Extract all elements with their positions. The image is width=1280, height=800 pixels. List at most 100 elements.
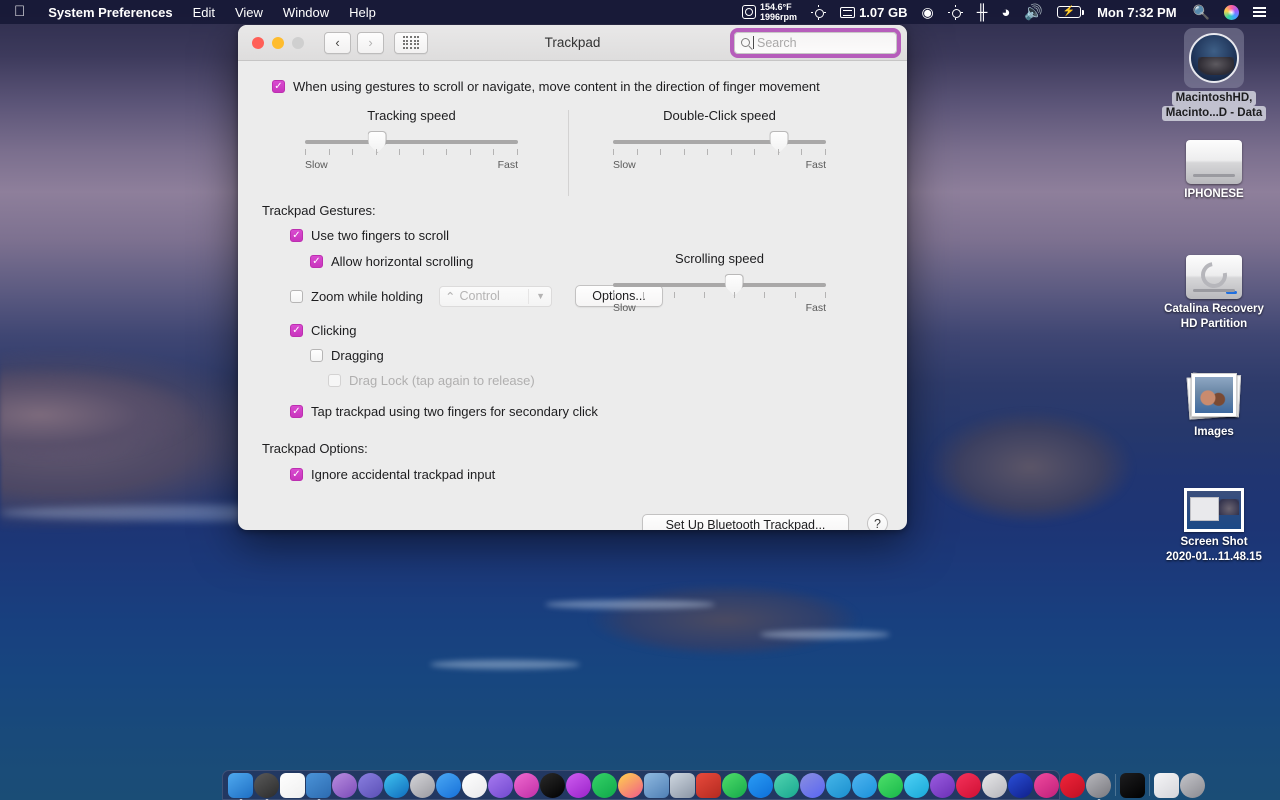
clicking-checkbox[interactable]: ✓ (290, 324, 303, 337)
double-click-speed-min-label: Slow (613, 159, 636, 171)
modifier-key-popup[interactable]: ⌃ Control ▼ (439, 285, 553, 307)
dock-item-record-red[interactable] (1060, 772, 1085, 798)
dock-item-messenger[interactable] (748, 772, 773, 798)
desktop-icon-iphonese[interactable]: IPHONESE (1152, 140, 1276, 202)
show-all-grid-button[interactable] (394, 31, 428, 54)
dock-item-safari[interactable] (332, 772, 357, 798)
dock-item-keynote-red[interactable] (696, 772, 721, 798)
scrolling-speed-slider[interactable]: Scrolling speed Slow Fast (613, 251, 826, 314)
dock-item-document[interactable] (1154, 772, 1179, 798)
volume-icon[interactable]: 🔊 (1017, 3, 1050, 21)
dock-item-podcasts[interactable] (566, 772, 591, 798)
tracking-speed-slider[interactable]: Tracking speed Slow Fast (305, 108, 518, 171)
apple-logo-icon[interactable]:  (0, 4, 38, 19)
dock-item-finder[interactable] (228, 772, 253, 800)
wifi-icon[interactable]: ◕ (994, 4, 1017, 21)
dock-item-trash[interactable] (1180, 772, 1205, 798)
desktop-icon-macintosh-hd[interactable]: MacintoshHD, Macinto...D - Data (1152, 28, 1276, 121)
dock-item-launchpad-rocket[interactable] (358, 772, 383, 798)
secondary-click-label: Tap trackpad using two fingers for secon… (311, 404, 598, 419)
status-brightness[interactable] (804, 5, 833, 20)
dock-item-image-capture[interactable] (670, 772, 695, 798)
help-button[interactable]: ? (867, 513, 888, 530)
natural-scroll-checkbox[interactable]: ✓ (272, 80, 285, 93)
dock-item-itunes[interactable] (514, 772, 539, 798)
natural-scroll-row[interactable]: ✓ When using gestures to scroll or navig… (238, 79, 907, 94)
ignore-accidental-input-checkbox[interactable]: ✓ (290, 468, 303, 481)
dock-item-facetime[interactable] (878, 772, 903, 798)
dock-item-music-white[interactable] (462, 772, 487, 798)
dock-item-youtube[interactable] (956, 772, 981, 798)
dock-item-calendar[interactable] (280, 772, 305, 798)
dock-item-photos[interactable] (618, 772, 643, 798)
memory-value: 1.07 GB (859, 4, 908, 20)
dock-item-twitter[interactable] (852, 772, 877, 798)
dragging-row[interactable]: Dragging (238, 348, 907, 363)
chevron-down-icon: ▼ (536, 291, 546, 301)
dock-item-messages[interactable] (904, 772, 929, 798)
status-temperature-fan[interactable]: 154.6°F 1996rpm (735, 2, 804, 22)
dock-item-weather[interactable] (306, 772, 331, 800)
dock-item-media-player[interactable] (1008, 772, 1033, 798)
ignore-accidental-input-row[interactable]: ✓ Ignore accidental trackpad input (238, 467, 907, 482)
double-click-speed-slider[interactable]: Double-Click speed Slow Fast (613, 108, 826, 171)
two-fingers-scroll-row[interactable]: ✓ Use two fingers to scroll (238, 228, 907, 243)
desktop-icon-images[interactable]: Images (1152, 370, 1276, 440)
desktop-icon-screen-shot[interactable]: Screen Shot 2020-01...11.48.15 (1152, 488, 1276, 565)
siri-icon[interactable] (1217, 4, 1246, 20)
menu-item-window[interactable]: Window (273, 5, 339, 20)
dock-item-whatsapp[interactable] (722, 772, 747, 798)
tracking-speed-track[interactable]: Slow Fast (305, 131, 518, 171)
search-placeholder: Search (757, 35, 797, 50)
dock-item-system-preferences[interactable] (1086, 772, 1111, 800)
two-fingers-scroll-checkbox[interactable]: ✓ (290, 229, 303, 242)
horizontal-scrolling-checkbox[interactable]: ✓ (310, 255, 323, 268)
back-button[interactable]: ‹ (324, 31, 351, 54)
brightness-icon (948, 5, 963, 20)
menu-item-edit[interactable]: Edit (183, 5, 225, 20)
menu-item-view[interactable]: View (225, 5, 273, 20)
double-click-speed-track[interactable]: Slow Fast (613, 131, 826, 171)
zoom-button (292, 36, 304, 49)
photo-stack-icon (1186, 370, 1242, 422)
dock-item-telegram[interactable] (826, 772, 851, 798)
dragging-checkbox[interactable] (310, 349, 323, 362)
window-titlebar[interactable]: ‹ › Trackpad Search (238, 25, 907, 61)
bluetooth-icon[interactable]: ╫ (970, 4, 995, 21)
status-memory[interactable]: 1.07 GB (833, 5, 914, 20)
dock-item-discord[interactable] (800, 772, 825, 798)
search-field-wrapper[interactable]: Search (730, 27, 901, 58)
desktop-icon-catalina-recovery[interactable]: Catalina Recovery HD Partition (1152, 255, 1276, 332)
secondary-click-checkbox[interactable]: ✓ (290, 405, 303, 418)
status-display-brightness[interactable] (941, 5, 970, 20)
menu-item-help[interactable]: Help (339, 5, 386, 20)
close-button[interactable] (252, 36, 264, 49)
scrolling-speed-track[interactable]: Slow Fast (613, 274, 826, 314)
dock-item-terminal[interactable] (1120, 772, 1145, 798)
dock-item-edge[interactable] (384, 772, 409, 798)
setup-bluetooth-trackpad-button[interactable]: Set Up Bluetooth Trackpad... (642, 514, 849, 530)
secondary-click-row[interactable]: ✓ Tap trackpad using two fingers for sec… (238, 404, 907, 419)
control-center-icon[interactable] (1246, 7, 1273, 17)
dock-item-skype-purple[interactable] (930, 772, 955, 798)
dock-item-pink-app[interactable] (1034, 772, 1059, 798)
dock-item-preview[interactable] (644, 772, 669, 798)
menubar-clock[interactable]: Mon 7:32 PM (1088, 5, 1185, 20)
search-input[interactable]: Search (734, 31, 897, 54)
dock-item-apple-tv[interactable] (540, 772, 565, 798)
menu-app-name[interactable]: System Preferences (38, 5, 182, 20)
dock-item-rocket[interactable] (410, 772, 435, 798)
dock-item-dashboard[interactable] (254, 772, 279, 800)
dock-item-instagram[interactable] (774, 772, 799, 798)
battery-charging-icon[interactable]: ⚡ (1050, 6, 1088, 18)
eye-monitor-icon[interactable]: ◉ (914, 4, 940, 21)
minimize-button[interactable] (272, 36, 284, 49)
spotlight-search-icon[interactable]: 🔍 (1186, 4, 1217, 21)
clicking-row[interactable]: ✓ Clicking (238, 323, 907, 338)
dock-item-music-purple[interactable] (488, 772, 513, 798)
dock-item-play-store[interactable] (982, 772, 1007, 798)
double-click-speed-title: Double-Click speed (663, 108, 776, 123)
zoom-while-holding-checkbox[interactable] (290, 289, 303, 303)
dock-item-app-store[interactable] (436, 772, 461, 798)
dock-item-spotify[interactable] (592, 772, 617, 798)
